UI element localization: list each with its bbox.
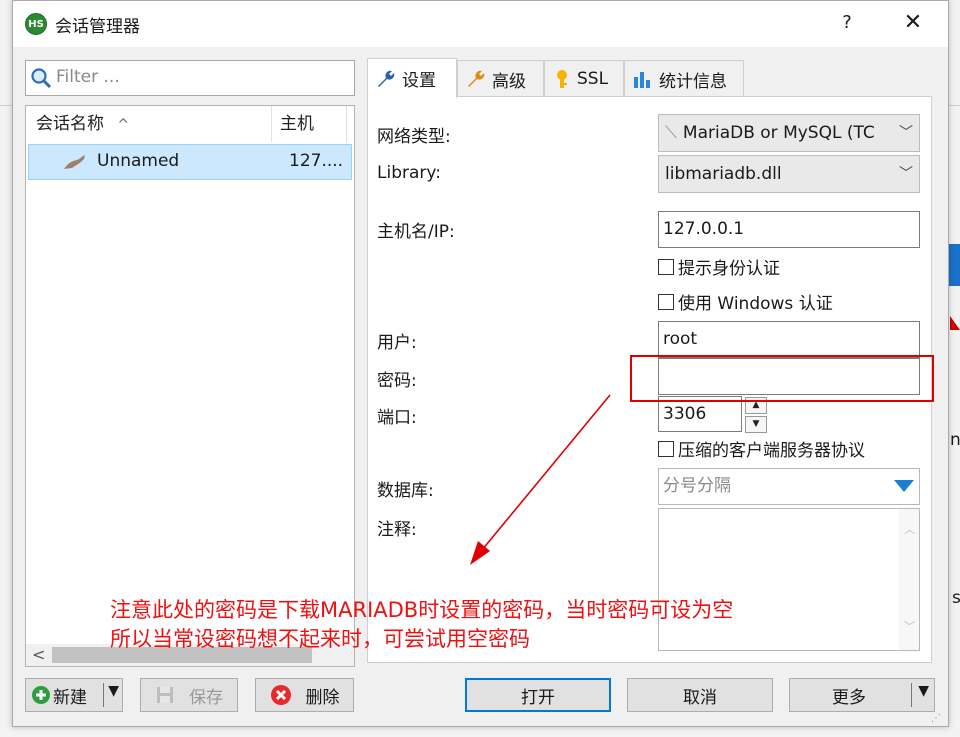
session-name: Unnamed	[97, 151, 180, 171]
scroll-down-icon[interactable]: ﹀	[904, 610, 915, 644]
open-button[interactable]: 打开	[465, 678, 611, 712]
user-input[interactable]: root	[658, 321, 920, 358]
wrench-icon	[468, 70, 485, 87]
chevron-down-icon: ﹀	[899, 125, 913, 141]
prompt-auth-checkbox[interactable]: 提示身份认证	[658, 254, 780, 279]
annotation-note: 注意此处的密码是下载MARIADB时设置的密码，当时密码可设为空 所以当常设密码…	[110, 596, 733, 654]
background-blue-element	[948, 244, 960, 286]
save-disk-icon	[157, 687, 173, 703]
close-button[interactable]: ✕	[895, 9, 931, 37]
dropdown-arrow-icon[interactable]: ▼	[918, 683, 929, 699]
annotation-highlight-box	[630, 355, 934, 402]
save-button[interactable]: 保存	[140, 678, 238, 712]
host-input[interactable]: 127.0.0.1	[658, 211, 920, 248]
key-icon	[557, 70, 567, 88]
dropdown-arrow-icon[interactable]: ▼	[108, 683, 119, 699]
background-text: st	[952, 588, 960, 608]
split-divider	[911, 683, 912, 707]
checkbox-box	[658, 258, 674, 275]
database-label: 数据库:	[377, 481, 434, 501]
stepper-down-icon[interactable]: ▼	[745, 416, 767, 433]
column-header-session-name[interactable]: 会话名称 ^	[36, 106, 129, 142]
checkbox-box	[658, 293, 674, 310]
password-label: 密码:	[377, 371, 417, 391]
new-button[interactable]: 新建 ▼	[25, 678, 123, 712]
delete-icon	[270, 685, 291, 705]
comment-label: 注释:	[377, 520, 417, 540]
tab-advanced[interactable]: 高级	[457, 60, 544, 97]
tab-statistics[interactable]: 统计信息	[624, 60, 744, 97]
search-icon	[31, 68, 52, 89]
bar-chart-icon	[634, 72, 650, 88]
port-label: 端口:	[377, 408, 417, 428]
windows-auth-checkbox[interactable]: 使用 Windows 认证	[658, 289, 833, 314]
background-text: nc	[950, 430, 960, 450]
delete-button[interactable]: 删除	[255, 678, 354, 712]
title-bar: HS 会话管理器 ? ✕	[13, 1, 948, 47]
sort-ascending-icon: ^	[117, 117, 130, 133]
vertical-scrollbar[interactable]: ︿ ﹀	[899, 509, 919, 650]
split-divider	[103, 683, 104, 707]
session-list[interactable]: 会话名称 ^ 主机 Unnamed 127.... <	[25, 105, 355, 667]
database-input[interactable]: 分号分隔	[658, 468, 920, 505]
annotation-line: 注意此处的密码是下载MARIADB时设置的密码，当时密码可设为空	[110, 598, 734, 622]
cancel-button[interactable]: 取消	[627, 678, 773, 712]
add-icon	[32, 686, 50, 704]
heidisql-app-icon: HS	[25, 13, 47, 35]
column-header-host[interactable]: 主机	[280, 106, 314, 142]
wrench-icon	[378, 70, 395, 87]
resize-grip-icon[interactable]: ⋰	[931, 713, 945, 725]
column-divider	[271, 106, 272, 142]
host-label: 主机名/IP:	[377, 222, 455, 242]
tab-settings[interactable]: 设置	[367, 58, 457, 98]
more-button[interactable]: 更多 ▼	[789, 678, 935, 712]
filter-placeholder: Filter ...	[56, 67, 120, 87]
user-label: 用户:	[377, 333, 417, 353]
network-type-label: 网络类型:	[377, 127, 451, 147]
port-stepper[interactable]: ▲ ▼	[745, 397, 767, 433]
checkbox-box	[658, 440, 674, 457]
session-row[interactable]: Unnamed 127....	[28, 144, 352, 180]
help-button[interactable]: ?	[833, 9, 861, 37]
library-select[interactable]: libmariadb.dll ﹀	[658, 155, 920, 193]
library-label: Library:	[377, 163, 441, 183]
chevron-down-icon: ﹀	[899, 166, 913, 182]
filter-input[interactable]: Filter ...	[25, 60, 355, 96]
compress-protocol-checkbox[interactable]: 压缩的客户端服务器协议	[658, 436, 865, 461]
scroll-up-icon[interactable]: ︿	[904, 513, 915, 547]
dropdown-arrow-icon[interactable]	[893, 479, 915, 493]
column-divider	[346, 106, 347, 142]
tab-ssl[interactable]: SSL	[544, 60, 624, 97]
annotation-line: 所以当常设密码想不起来时，可尝试用空密码	[110, 627, 530, 651]
session-host: 127....	[289, 151, 344, 171]
network-type-select[interactable]: ⟍ MariaDB or MySQL (TC ﹀	[658, 114, 920, 152]
mariadb-seal-icon	[64, 155, 85, 169]
window-title: 会话管理器	[55, 17, 140, 37]
network-driver-icon: ⟍	[665, 123, 677, 143]
scroll-left-icon[interactable]: <	[32, 645, 45, 664]
